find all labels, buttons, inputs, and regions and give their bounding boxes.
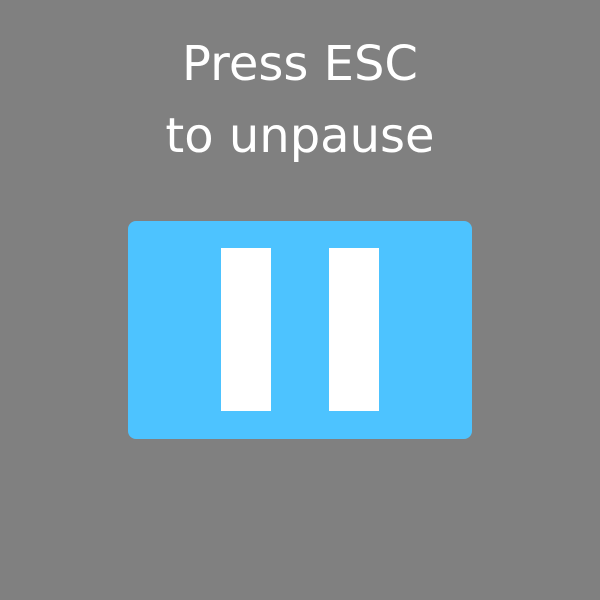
- unpause-instruction: Press ESC to unpause: [0, 28, 600, 172]
- pause-button[interactable]: [128, 221, 472, 439]
- pause-screen: Press ESC to unpause: [0, 0, 600, 600]
- pause-icon-right-bar: [329, 248, 379, 411]
- message-line-2: to unpause: [165, 108, 435, 164]
- message-line-1: Press ESC: [182, 36, 418, 92]
- pause-icon-left-bar: [221, 248, 271, 411]
